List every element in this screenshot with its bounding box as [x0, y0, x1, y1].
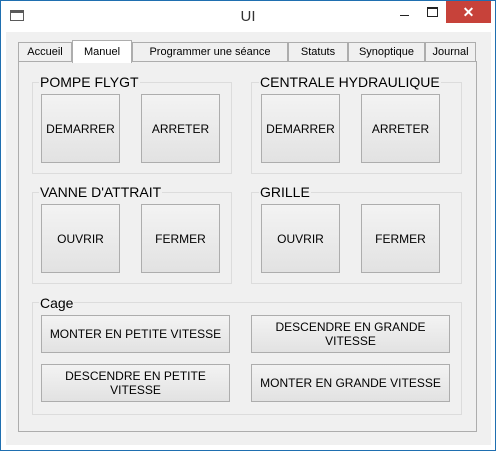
tab-programmer-une-seance[interactable]: Programmer une séance — [132, 42, 288, 62]
vanne-fermer-button[interactable]: FERMER — [141, 204, 220, 273]
grille-fermer-button[interactable]: FERMER — [361, 204, 440, 273]
tab-synoptique[interactable]: Synoptique — [348, 42, 425, 62]
grille-ouvrir-button[interactable]: OUVRIR — [261, 204, 340, 273]
vanne-ouvrir-button[interactable]: OUVRIR — [41, 204, 120, 273]
maximize-icon — [426, 7, 438, 17]
tab-journal[interactable]: Journal — [425, 42, 476, 62]
centrale-arreter-button[interactable]: ARRETER — [361, 94, 440, 163]
centrale-hydraulique-title: CENTRALE HYDRAULIQUE — [259, 74, 441, 90]
tab-manuel[interactable]: Manuel — [72, 40, 132, 63]
minimize-button[interactable] — [391, 1, 417, 23]
cage-descendre-grande-vitesse-button[interactable]: DESCENDRE EN GRANDE VITESSE — [251, 315, 450, 353]
cage-title: Cage — [39, 295, 75, 311]
close-button[interactable]: ✕ — [446, 1, 491, 23]
cage-monter-petite-vitesse-button[interactable]: MONTER EN PETITE VITESSE — [41, 315, 230, 353]
maximize-button[interactable] — [419, 1, 445, 23]
cage-monter-grande-vitesse-button[interactable]: MONTER EN GRANDE VITESSE — [251, 364, 450, 402]
vanne-attrait-title: VANNE D'ATTRAIT — [39, 184, 163, 200]
pompe-arreter-button[interactable]: ARRETER — [141, 94, 220, 163]
minimize-icon — [399, 14, 409, 16]
centrale-demarrer-button[interactable]: DEMARRER — [261, 94, 340, 163]
tab-statuts[interactable]: Statuts — [288, 42, 348, 62]
title-bar: UI ✕ — [1, 1, 495, 32]
pompe-flygt-title: POMPE FLYGT — [39, 74, 140, 90]
close-icon: ✕ — [462, 3, 475, 20]
cage-descendre-petite-vitesse-button[interactable]: DESCENDRE EN PETITE VITESSE — [41, 364, 230, 402]
pompe-demarrer-button[interactable]: DEMARRER — [41, 94, 120, 163]
tab-accueil[interactable]: Accueil — [18, 42, 72, 62]
grille-title: GRILLE — [259, 184, 311, 200]
